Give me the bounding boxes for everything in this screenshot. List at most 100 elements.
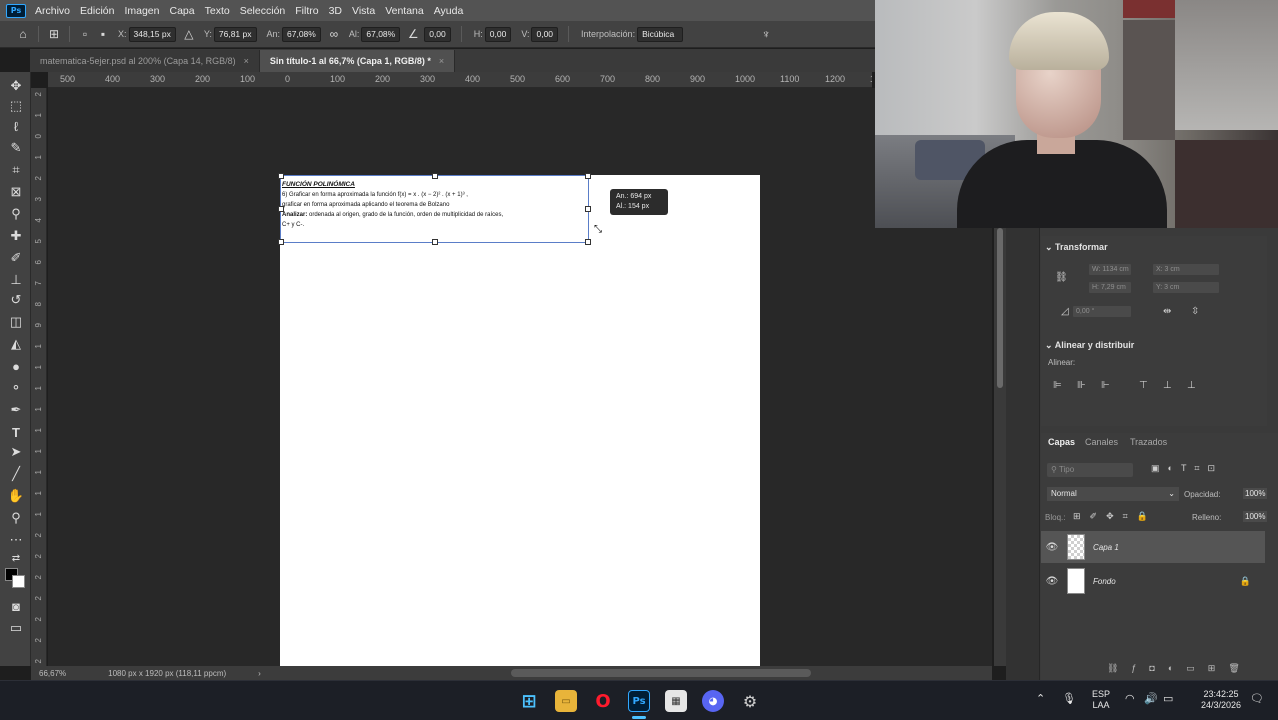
home-icon[interactable]: ⌂ [14,26,32,42]
frame-tool-icon[interactable]: ⊠ [5,182,27,202]
tab-canales[interactable]: Canales [1085,437,1118,447]
width-percent-field[interactable]: 67,08% [282,26,321,42]
transform-handle[interactable] [585,206,591,212]
reference-grid-icon[interactable]: ▪ [94,26,112,42]
align-right-icon[interactable]: ⊩ [1101,380,1110,391]
scroll-thumb[interactable] [997,228,1003,388]
align-top-icon[interactable]: ⊤ [1139,380,1148,391]
eraser-tool-icon[interactable]: ◫ [5,312,27,332]
brush-tool-icon[interactable]: ✐ [5,248,27,268]
language-indicator[interactable]: ESP LAA [1088,689,1114,711]
transform-section[interactable]: ⌄ Transformar [1045,242,1108,253]
tab-matematica[interactable]: matematica-5ejer.psd al 200% (Capa 14, R… [30,50,260,72]
close-icon[interactable]: × [439,56,444,66]
background-color-swatch[interactable] [12,575,25,588]
align-left-icon[interactable]: ⊫ [1053,380,1062,391]
chevron-up-icon[interactable]: ⌃ [1036,694,1045,705]
close-icon[interactable]: × [244,56,249,66]
quick-mask-icon[interactable]: ◙ [5,596,27,616]
menu-texto[interactable]: Texto [200,5,235,17]
angle-field[interactable]: 0,00 ° [1073,306,1131,317]
file-explorer-icon[interactable]: ▭ [555,690,577,712]
menu-3d[interactable]: 3D [324,5,347,17]
link-icon[interactable]: ∞ [325,26,343,42]
volume-icon[interactable]: 🔊 [1144,694,1158,705]
discord-icon[interactable]: ◕ [702,690,724,712]
more-tools-icon[interactable]: ⋯ [5,530,27,550]
opera-browser-icon[interactable]: O [592,690,614,712]
healing-brush-tool-icon[interactable]: ✚ [5,226,27,246]
type-tool-icon[interactable]: T [5,422,27,442]
transform-handle[interactable] [585,239,591,245]
transform-handle[interactable] [432,239,438,245]
align-center-h-icon[interactable]: ⊪ [1077,380,1086,391]
menu-seleccion[interactable]: Selección [235,5,291,17]
menu-ayuda[interactable]: Ayuda [429,5,469,17]
align-bottom-icon[interactable]: ⊥ [1187,380,1196,391]
move-tool-preset-icon[interactable]: ⊞ [45,26,63,42]
interpolation-select[interactable]: Bicúbica [637,26,684,42]
menu-vista[interactable]: Vista [347,5,380,17]
transform-bounding-box[interactable] [278,173,591,245]
menu-capa[interactable]: Capa [165,5,200,17]
rotation-angle-field[interactable]: 0,00 [424,26,451,42]
layer-filter-icons[interactable]: ▣◐T⌗⊡ [1151,463,1223,474]
warp-icon[interactable]: ♆ [757,26,775,42]
flip-horizontal-icon[interactable]: ⇹ [1163,306,1171,317]
layer-row-capa-1[interactable]: 👁 Capa 1 [1041,531,1265,563]
tab-sin-titulo[interactable]: Sin título-1 al 66,7% (Capa 1, RGB/8) * … [259,50,456,72]
height-field[interactable]: H: 7,29 cm [1089,282,1131,293]
marquee-tool-icon[interactable]: ⬚ [5,96,27,116]
tab-trazados[interactable]: Trazados [1130,437,1167,447]
move-tool-icon[interactable]: ✥ [5,76,27,96]
width-field[interactable]: W: 1134 cm [1089,264,1131,275]
photoshop-taskbar-icon[interactable]: Ps [628,690,650,712]
layer-name[interactable]: Capa 1 [1093,543,1119,552]
eye-icon[interactable]: 👁 [1041,542,1063,553]
pen-tool-icon[interactable]: ✒ [5,400,27,420]
layer-row-fondo[interactable]: 👁 Fondo 🔒 [1041,565,1265,597]
dodge-tool-icon[interactable]: ⚬ [5,378,27,398]
photoshop-logo-icon[interactable]: Ps [6,3,26,18]
fill-field[interactable]: 100% [1243,511,1268,522]
transform-handle[interactable] [278,173,284,179]
steam-icon[interactable]: ⚙ [739,690,761,712]
stamp-tool-icon[interactable]: ⊥ [5,270,27,290]
line-tool-icon[interactable]: ╱ [5,464,27,484]
path-selection-tool-icon[interactable]: ➤ [5,442,27,462]
hand-tool-icon[interactable]: ✋ [5,486,27,506]
lock-icons[interactable]: ⊞✐✥⌗🔒 [1073,511,1157,522]
eyedropper-tool-icon[interactable]: ⚲ [5,204,27,224]
quick-select-tool-icon[interactable]: ✎ [5,138,27,158]
align-middle-v-icon[interactable]: ⊥ [1163,380,1172,391]
x-position-field[interactable]: 348,15 px [128,26,176,42]
layer-actions[interactable]: ⛓ƒ◘◐▭⊞🗑 [1107,663,1253,674]
calculator-icon[interactable]: ▦ [665,690,687,712]
windows-start-icon[interactable]: ⊞ [518,690,540,712]
blur-tool-icon[interactable]: ● [5,356,27,376]
status-arrow[interactable]: › [258,669,261,678]
zoom-tool-icon[interactable]: ⚲ [5,508,27,528]
lasso-tool-icon[interactable]: ℓ [5,116,27,136]
opacity-field[interactable]: 100% [1243,488,1268,499]
tab-capas[interactable]: Capas [1048,437,1075,447]
transform-handle[interactable] [585,173,591,179]
layer-filter-search[interactable]: ⚲ Tipo [1047,463,1133,477]
zoom-level[interactable]: 66,67% [39,669,66,678]
height-percent-field[interactable]: 67,08% [361,26,401,42]
transform-handle[interactable] [432,173,438,179]
canvas-area[interactable]: FUNCIÓN POLINÓMICA 6) Graficar en forma … [48,88,992,666]
horizontal-skew-field[interactable]: 0,00 [484,26,512,42]
flip-vertical-icon[interactable]: ⇳ [1191,306,1199,317]
reference-point-icon[interactable]: ▫ [76,26,94,42]
document-canvas[interactable]: FUNCIÓN POLINÓMICA 6) Graficar en forma … [278,173,760,666]
battery-icon[interactable]: ▭ [1163,694,1173,705]
notifications-icon[interactable]: 🗨 [1250,694,1264,705]
microphone-icon[interactable]: 🎙 [1062,694,1076,705]
vertical-skew-field[interactable]: 0,00 [531,26,559,42]
y-position-field[interactable]: 76,81 px [213,26,257,42]
menu-archivo[interactable]: Archivo [30,5,75,17]
history-brush-tool-icon[interactable]: ↺ [5,290,27,310]
blend-mode-select[interactable]: Normal ⌄ [1047,487,1179,501]
wifi-icon[interactable]: ◠ [1125,694,1135,705]
